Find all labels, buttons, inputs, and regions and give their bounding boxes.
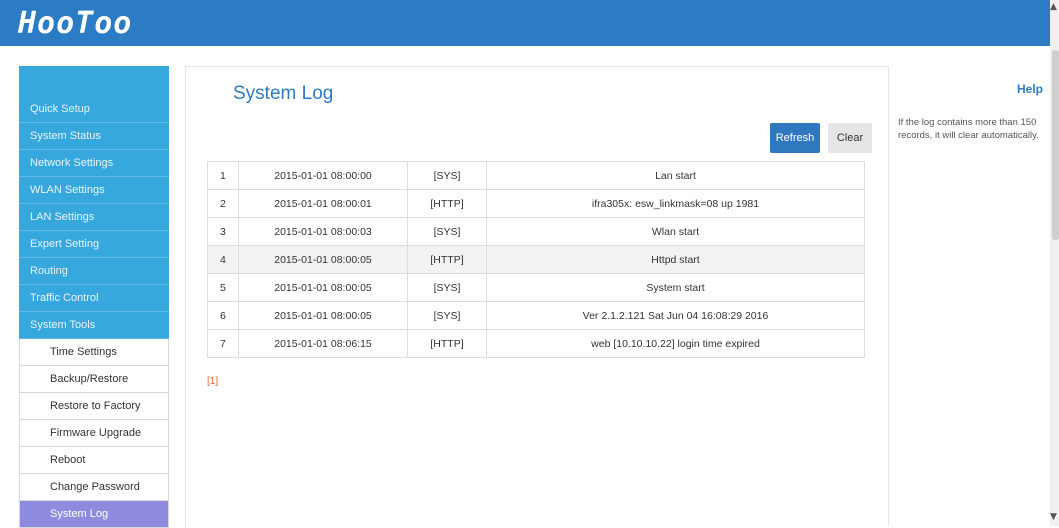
- hootoo-logo: HooToo: [18, 6, 133, 41]
- table-row: 7 2015-01-01 08:06:15 [HTTP] web [10.10.…: [207, 329, 865, 358]
- sidebar-item-quick-setup[interactable]: Quick Setup: [19, 96, 169, 123]
- sidebar-subitem-backup-restore[interactable]: Backup/Restore: [19, 366, 169, 393]
- row-message: Lan start: [486, 161, 865, 190]
- row-time: 2015-01-01 08:00:05: [238, 301, 408, 330]
- row-time: 2015-01-01 08:00:01: [238, 189, 408, 218]
- scroll-thumb[interactable]: [1052, 50, 1059, 240]
- row-type: [HTTP]: [407, 329, 487, 358]
- table-row: 1 2015-01-01 08:00:00 [SYS] Lan start: [207, 161, 865, 190]
- sidebar-top-bar: [19, 66, 169, 96]
- scroll-down-icon[interactable]: ▼: [1050, 512, 1058, 522]
- row-message: Httpd start: [486, 245, 865, 274]
- refresh-button[interactable]: Refresh: [770, 123, 820, 153]
- table-row: 2 2015-01-01 08:00:01 [HTTP] ifra305x: e…: [207, 189, 865, 218]
- table-row: 6 2015-01-01 08:00:05 [SYS] Ver 2.1.2.12…: [207, 301, 865, 330]
- sidebar-subitem-restore-to-factory[interactable]: Restore to Factory: [19, 393, 169, 420]
- sidebar-subitem-time-settings[interactable]: Time Settings: [19, 339, 169, 366]
- sidebar-item-expert-setting[interactable]: Expert Setting: [19, 231, 169, 258]
- system-log-table: 1 2015-01-01 08:00:00 [SYS] Lan start 2 …: [207, 161, 865, 358]
- sidebar-item-network-settings[interactable]: Network Settings: [19, 150, 169, 177]
- sidebar-item-traffic-control[interactable]: Traffic Control: [19, 285, 169, 312]
- sidebar-item-lan-settings[interactable]: LAN Settings: [19, 204, 169, 231]
- page-title: System Log: [233, 83, 334, 104]
- main-content: System Log Refresh Clear 1 2015-01-01 08…: [185, 66, 888, 527]
- page-link[interactable]: [1]: [207, 376, 218, 387]
- sidebar-item-system-tools[interactable]: System Tools: [19, 312, 169, 339]
- row-index: 2: [207, 189, 239, 218]
- row-index: 6: [207, 301, 239, 330]
- sidebar-subitem-firmware-upgrade[interactable]: Firmware Upgrade: [19, 420, 169, 447]
- row-type: [SYS]: [407, 273, 487, 302]
- sidebar-item-routing[interactable]: Routing: [19, 258, 169, 285]
- sidebar-item-system-status[interactable]: System Status: [19, 123, 169, 150]
- sidebar-item-wlan-settings[interactable]: WLAN Settings: [19, 177, 169, 204]
- clear-button[interactable]: Clear: [828, 123, 872, 153]
- sidebar-subitem-system-log[interactable]: System Log: [19, 501, 169, 528]
- row-time: 2015-01-01 08:06:15: [238, 329, 408, 358]
- row-type: [HTTP]: [407, 189, 487, 218]
- table-row: 5 2015-01-01 08:00:05 [SYS] System start: [207, 273, 865, 302]
- row-message: ifra305x: esw_linkmask=08 up 1981: [486, 189, 865, 218]
- top-header: HooToo: [0, 0, 1050, 46]
- row-index: 5: [207, 273, 239, 302]
- sidebar-subitem-change-password[interactable]: Change Password: [19, 474, 169, 501]
- row-type: [HTTP]: [407, 245, 487, 274]
- row-message: Ver 2.1.2.121 Sat Jun 04 16:08:29 2016: [486, 301, 865, 330]
- row-time: 2015-01-01 08:00:03: [238, 217, 408, 246]
- row-message: web [10.10.10.22] login time expired: [486, 329, 865, 358]
- row-time: 2015-01-01 08:00:00: [238, 161, 408, 190]
- row-message: Wlan start: [486, 217, 865, 246]
- sidebar-subitem-reboot[interactable]: Reboot: [19, 447, 169, 474]
- scroll-up-icon[interactable]: ▲: [1050, 2, 1058, 12]
- table-row: 4 2015-01-01 08:00:05 [HTTP] Httpd start: [207, 245, 865, 274]
- row-time: 2015-01-01 08:00:05: [238, 273, 408, 302]
- help-text: If the log contains more than 150 record…: [898, 117, 1039, 141]
- row-message: System start: [486, 273, 865, 302]
- page-scrollbar[interactable]: ▲ ▼: [1050, 0, 1059, 526]
- row-time: 2015-01-01 08:00:05: [238, 245, 408, 274]
- row-type: [SYS]: [407, 301, 487, 330]
- row-index: 4: [207, 245, 239, 274]
- row-type: [SYS]: [407, 217, 487, 246]
- row-index: 1: [207, 161, 239, 190]
- help-title: Help: [1016, 82, 1043, 96]
- table-row: 3 2015-01-01 08:00:03 [SYS] Wlan start: [207, 217, 865, 246]
- row-index: 3: [207, 217, 239, 246]
- help-panel: Help If the log contains more than 150 r…: [888, 66, 1051, 526]
- row-type: [SYS]: [407, 161, 487, 190]
- row-index: 7: [207, 329, 239, 358]
- sidebar-nav: Quick Setup System Status Network Settin…: [19, 66, 169, 528]
